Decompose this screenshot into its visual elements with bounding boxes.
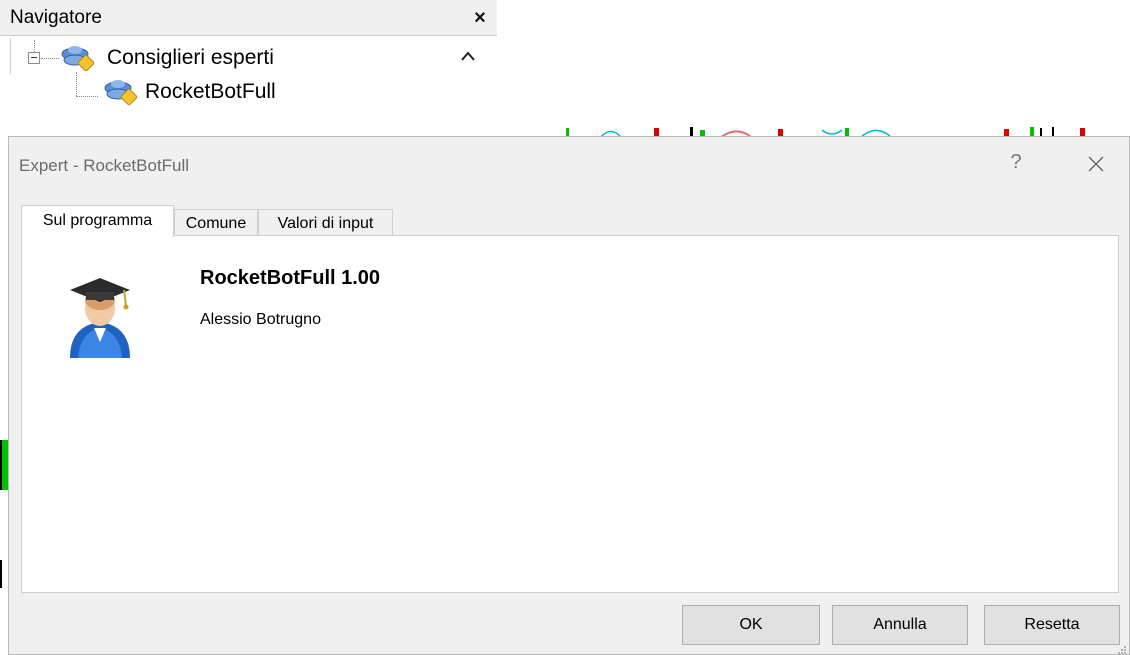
tree-folder-experts[interactable]: Consiglieri esperti xyxy=(107,46,274,70)
expert-author: Alessio Botrugno xyxy=(200,311,321,328)
tree-line xyxy=(76,96,98,97)
tab-sul-programma[interactable]: Sul programma xyxy=(21,205,174,237)
cancel-button[interactable]: Annulla xyxy=(832,605,968,645)
tree-item-rocketbotfull[interactable]: RocketBotFull xyxy=(145,80,276,104)
experts-folder-icon xyxy=(60,45,96,72)
expert-properties-dialog: Expert - RocketBotFull ? Sul programma C… xyxy=(8,136,1130,655)
scroll-up-icon[interactable] xyxy=(458,44,478,70)
expert-advisor-icon xyxy=(64,266,136,358)
chart-candle xyxy=(0,560,6,588)
expert-name-version: RocketBotFull 1.00 xyxy=(200,267,381,289)
tree-line xyxy=(76,72,77,96)
tab-comune[interactable]: Comune xyxy=(174,209,258,237)
tab-valori-di-input[interactable]: Valori di input xyxy=(258,209,393,237)
tree-line xyxy=(41,58,59,59)
help-button[interactable]: ? xyxy=(1004,151,1028,179)
chart-candle xyxy=(0,440,8,490)
dialog-title: Expert - RocketBotFull xyxy=(19,156,190,175)
navigator-header: Navigatore × xyxy=(0,0,497,36)
close-icon[interactable] xyxy=(1081,149,1111,179)
resize-grip-icon[interactable] xyxy=(1117,642,1127,654)
navigator-panel: Navigatore × Consiglieri esperti RocketB… xyxy=(0,0,497,120)
tree-line xyxy=(34,40,35,52)
navigator-close-button[interactable]: × xyxy=(468,4,492,32)
ok-button[interactable]: OK xyxy=(682,605,820,645)
navigator-title: Navigatore xyxy=(10,7,102,28)
about-panel: RocketBotFull 1.00 Alessio Botrugno xyxy=(21,235,1119,593)
reset-button[interactable]: Resetta xyxy=(984,605,1120,645)
expert-advisor-icon xyxy=(103,79,139,106)
tree-collapse-toggle[interactable] xyxy=(28,52,40,64)
